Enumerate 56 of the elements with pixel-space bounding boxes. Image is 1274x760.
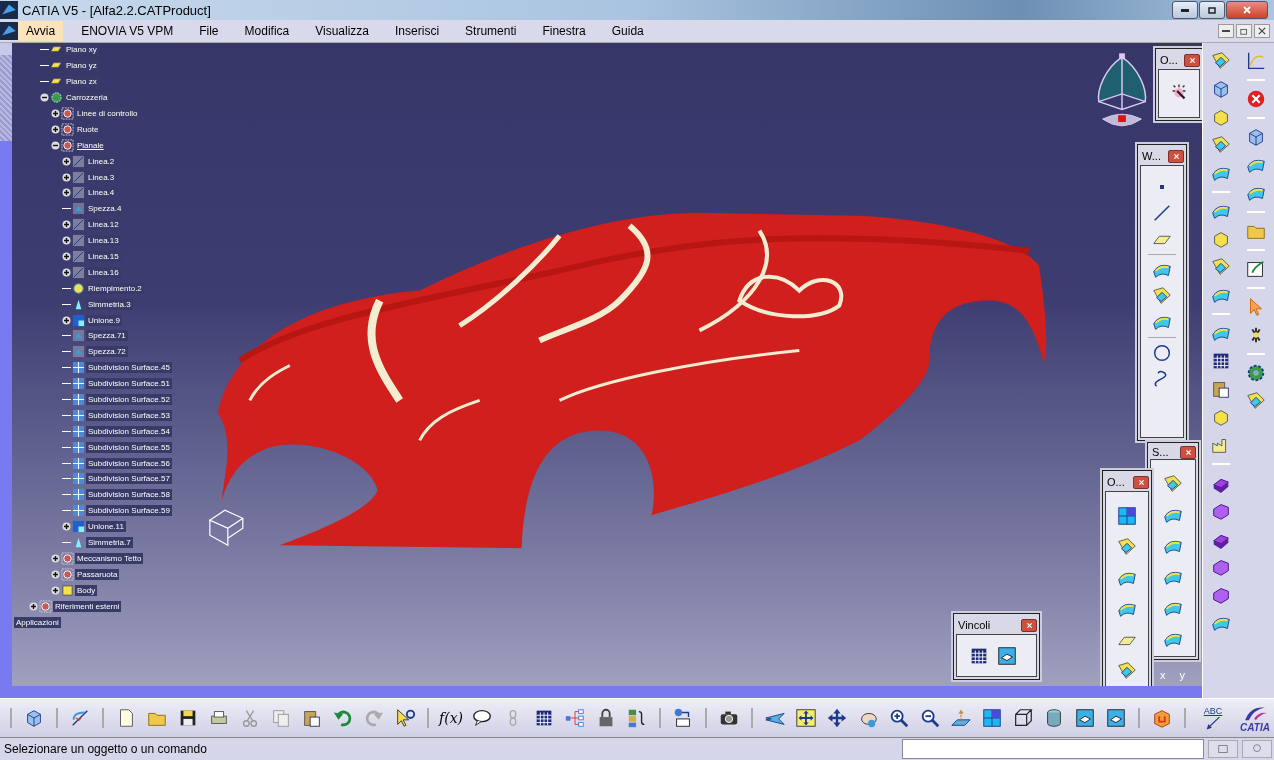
menu-item[interactable]: Finestra	[534, 21, 594, 41]
axis-label: y	[1179, 669, 1185, 681]
tree-item[interactable]: Linea.15	[86, 251, 121, 262]
toolbar-title: W...	[1141, 150, 1161, 162]
tree-item[interactable]: Piano xy	[64, 44, 99, 56]
menu-item[interactable]: Strumenti	[457, 21, 525, 41]
tree-item[interactable]: Linea.2	[86, 155, 117, 167]
tree-item[interactable]: Subdivision Surface.45	[86, 362, 172, 374]
tree-item[interactable]: Subdivision Surface.56	[86, 457, 172, 469]
toolbar-title: Vincoli	[957, 619, 991, 631]
tree-item[interactable]: Subdivision Surface.59	[86, 505, 172, 517]
tree-item[interactable]: Linea.16	[86, 266, 121, 278]
menu-item[interactable]: Inserisci	[387, 21, 448, 41]
logo-text: CATIA	[1240, 721, 1270, 733]
tree-item[interactable]: Linea.12	[86, 219, 121, 231]
tree-item[interactable]: Simmetria.7	[86, 537, 133, 549]
tree-item[interactable]: Unione.11	[86, 521, 126, 533]
tree-item[interactable]: Riferimenti esterni	[53, 600, 122, 612]
tree-item[interactable]: Simmetria.3	[86, 298, 133, 310]
toolbar-title: S...	[1151, 446, 1169, 458]
status-message: Selezionare un oggetto o un comando	[3, 742, 208, 756]
toolbar-title: O...	[1159, 54, 1178, 66]
tree-item[interactable]: Applicazioni	[14, 616, 61, 628]
menu-item[interactable]: Avvia	[18, 21, 64, 41]
tree-item[interactable]: Linea.3	[86, 171, 117, 183]
tree-item[interactable]: Passaruota	[75, 568, 120, 580]
tree-item[interactable]: Subdivision Surface.58	[86, 489, 172, 501]
tree-item[interactable]: Linea.4	[86, 187, 117, 199]
tree-item[interactable]: Pianale	[75, 139, 106, 151]
tree-item[interactable]: Riempimento.2	[86, 282, 144, 294]
menu-item[interactable]: Modifica	[236, 21, 298, 41]
tree-item[interactable]: Unione.9	[86, 314, 123, 326]
tree-item[interactable]: Subdivision Surface.53	[86, 409, 172, 421]
menu-item[interactable]: ENOVIA V5 VPM	[73, 21, 182, 41]
tree-item[interactable]: Linea.13	[86, 235, 121, 247]
annotation-button[interactable]: ABC	[1193, 703, 1233, 733]
tree-item[interactable]: Subdivision Surface.52	[86, 394, 172, 406]
tree-item[interactable]: Spezza.72	[86, 346, 128, 358]
tree-item[interactable]: Spezza.4	[86, 203, 124, 215]
menu-item[interactable]: Visualizza	[307, 21, 378, 41]
tree-item[interactable]: Subdivision Surface.57	[86, 473, 172, 485]
toolbar-title: O...	[1106, 476, 1125, 488]
tree-item[interactable]: Subdivision Surface.54	[86, 425, 172, 437]
window-title: CATIA V5 - [Alfa2.2.CATProduct]	[22, 2, 211, 18]
tree-item[interactable]: Body	[75, 584, 98, 596]
menu-item[interactable]: Guida	[603, 21, 652, 41]
tree-item[interactable]: Subdivision Surface.55	[86, 441, 172, 453]
tree-item[interactable]: Piano yz	[64, 60, 99, 72]
formula-button[interactable]: f(x)	[436, 703, 466, 733]
tree-item[interactable]: Linee di controllo	[75, 108, 140, 119]
tree-item[interactable]: Spezza.71	[86, 330, 128, 342]
tree-item[interactable]: Ruote	[75, 123, 101, 135]
menu-item[interactable]: File	[191, 21, 227, 41]
tree-item[interactable]: Meccanismo Tetto	[75, 552, 144, 564]
axis-label: x	[1160, 669, 1166, 681]
tree-item[interactable]: Subdivision Surface.51	[86, 378, 172, 390]
